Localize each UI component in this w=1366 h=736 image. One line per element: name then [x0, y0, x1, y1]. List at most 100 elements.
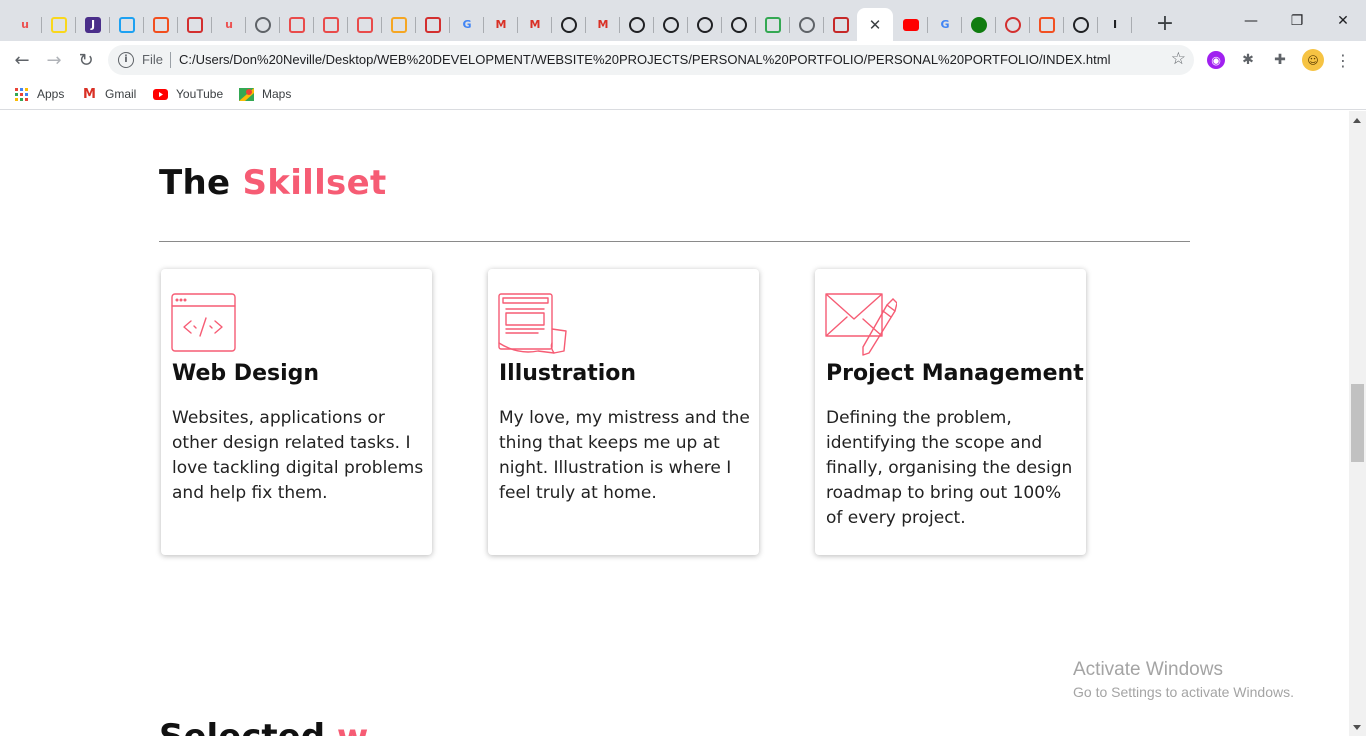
text-cursor-icon: I: [1112, 18, 1118, 31]
gmail-icon: M: [83, 86, 96, 102]
card-description: Websites, applications or other design r…: [172, 408, 424, 503]
scrollbar-thumb[interactable]: [1351, 384, 1364, 462]
tab-separator: [1131, 17, 1132, 33]
bookmark-star-icon[interactable]: ☆: [1171, 49, 1186, 69]
record-icon: [1005, 16, 1021, 33]
next-section-title-plain: Selected: [159, 717, 325, 736]
xbox-icon: [971, 16, 987, 33]
google-icon: G: [940, 18, 950, 31]
bookmark-youtube[interactable]: YouTube: [153, 85, 223, 103]
arrow-left-icon: ←: [14, 49, 30, 71]
browser-tab[interactable]: [722, 8, 756, 41]
microsoft-icon: [1039, 16, 1055, 33]
info-icon[interactable]: i: [118, 52, 134, 68]
browser-tab[interactable]: [1064, 8, 1098, 41]
skill-card-illustration: Illustration My love, my mistress and th…: [488, 269, 759, 555]
envelope-pen-icon: [825, 293, 897, 356]
browser-tab[interactable]: [790, 8, 824, 41]
profile-avatar[interactable]: ☺: [1302, 49, 1324, 71]
close-window-button[interactable]: ✕: [1320, 0, 1366, 41]
bookmark-apps[interactable]: Apps: [14, 85, 64, 103]
gmail-icon: M: [597, 18, 609, 31]
browser-tab[interactable]: [552, 8, 586, 41]
diamond-green-icon: [765, 16, 781, 33]
browser-tab[interactable]: M: [586, 8, 620, 41]
reload-icon: ↻: [78, 49, 94, 71]
browser-tab[interactable]: [894, 8, 928, 41]
tab-strip: + — ❐ ✕ u Ju G M M M ✕ G I: [0, 0, 1366, 41]
mailchimp-icon: [629, 16, 645, 33]
page-scrollbar[interactable]: [1349, 111, 1366, 736]
reload-button[interactable]: ↻: [73, 47, 99, 73]
card-description: My love, my mistress and the thing that …: [499, 408, 750, 503]
browser-tab[interactable]: [688, 8, 722, 41]
bookmark-maps[interactable]: Maps: [239, 85, 291, 103]
browser-tab[interactable]: [1030, 8, 1064, 41]
card-title: Illustration: [499, 361, 637, 386]
mailchimp-icon: [697, 16, 713, 33]
pen-red-icon: [289, 16, 305, 33]
browser-tab[interactable]: [314, 8, 348, 41]
address-bar[interactable]: i File C:/Users/Don%20Neville/Desktop/WE…: [108, 45, 1194, 75]
browser-tab[interactable]: [348, 8, 382, 41]
browser-tab[interactable]: u: [212, 8, 246, 41]
browser-tab[interactable]: [178, 8, 212, 41]
browser-tab[interactable]: [246, 8, 280, 41]
browser-tab-active[interactable]: ✕: [857, 8, 893, 41]
bookmark-label: YouTube: [176, 87, 224, 101]
browser-tab[interactable]: [416, 8, 450, 41]
pen-red-icon: [357, 16, 373, 33]
browser-tab[interactable]: G: [450, 8, 484, 41]
mailchimp-icon: [663, 16, 679, 33]
close-tab-icon[interactable]: ✕: [869, 16, 882, 34]
browser-tab[interactable]: [280, 8, 314, 41]
browser-tab[interactable]: u: [8, 8, 42, 41]
gmail-icon: M: [529, 18, 541, 31]
bookmark-gmail[interactable]: M Gmail: [82, 85, 136, 103]
browser-toolbar: ← → ↻ i File C:/Users/Don%20Neville/Desk…: [0, 41, 1366, 79]
extension-purple-icon[interactable]: ◉: [1207, 51, 1225, 69]
minimize-icon: —: [1244, 12, 1258, 29]
browser-tab[interactable]: G: [928, 8, 962, 41]
url-text[interactable]: C:/Users/Don%20Neville/Desktop/WEB%20DEV…: [179, 52, 1110, 67]
new-tab-button[interactable]: +: [1153, 12, 1177, 36]
page-viewport: The Skillset Web Design Websites, applic…: [0, 111, 1349, 736]
back-button[interactable]: ←: [9, 47, 35, 73]
next-section-title: Selected w: [159, 717, 368, 736]
forward-button[interactable]: →: [41, 47, 67, 73]
browser-tab[interactable]: I: [1098, 8, 1132, 41]
browser-tab[interactable]: [756, 8, 790, 41]
browser-tab[interactable]: M: [518, 8, 552, 41]
scroll-up-arrow-icon[interactable]: [1353, 118, 1361, 123]
globe-icon: [255, 16, 271, 33]
globe-icon: [799, 16, 815, 33]
minimize-button[interactable]: —: [1228, 0, 1274, 41]
browser-tab[interactable]: J: [76, 8, 110, 41]
extensions-puzzle-icon[interactable]: ✚: [1271, 51, 1289, 69]
browser-tab[interactable]: [620, 8, 654, 41]
github-icon: [1073, 16, 1089, 33]
browser-tab[interactable]: [382, 8, 416, 41]
red-square-icon: [425, 16, 441, 33]
browser-tab[interactable]: [144, 8, 178, 41]
menu-kebab-icon[interactable]: ⋮: [1334, 51, 1352, 70]
maps-icon: [239, 87, 254, 102]
section-title-plain: The: [159, 163, 231, 203]
browser-tab[interactable]: M: [484, 8, 518, 41]
browser-tab[interactable]: [962, 8, 996, 41]
browser-tab[interactable]: [654, 8, 688, 41]
bug-icon[interactable]: ✱: [1239, 51, 1257, 69]
section-title: The Skillset: [159, 163, 387, 203]
rainbow-icon: [391, 16, 407, 33]
youtube-icon: [903, 18, 919, 31]
browser-tab[interactable]: [42, 8, 76, 41]
browser-tab[interactable]: [110, 8, 144, 41]
section-divider: [159, 241, 1190, 242]
browser-tab[interactable]: [824, 8, 858, 41]
browser-tab[interactable]: [996, 8, 1030, 41]
scroll-down-arrow-icon[interactable]: [1353, 725, 1361, 730]
figma-icon: [153, 16, 169, 33]
restore-button[interactable]: ❐: [1274, 0, 1320, 41]
arrow-right-icon: →: [46, 49, 62, 71]
skill-card-web-design: Web Design Websites, applications or oth…: [161, 269, 432, 555]
